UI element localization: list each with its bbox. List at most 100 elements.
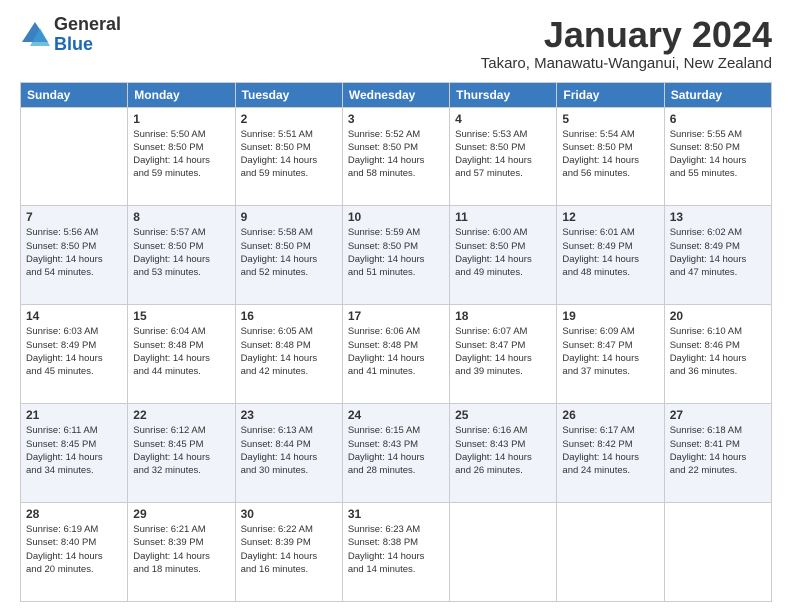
- day-info: Sunrise: 6:06 AM Sunset: 8:48 PM Dayligh…: [348, 325, 444, 378]
- calendar-cell: 25 Sunrise: 6:16 AM Sunset: 8:43 PM Dayli…: [450, 404, 557, 503]
- calendar-cell: 4Sunrise: 5:53 AM Sunset: 8:50 PM Daylig…: [450, 107, 557, 206]
- calendar-cell: 19 Sunrise: 6:09 AM Sunset: 8:47 PM Dayli…: [557, 305, 664, 404]
- day-number: 19: [562, 309, 658, 323]
- weekday-header-wednesday: Wednesday: [342, 82, 449, 107]
- subtitle: Takaro, Manawatu-Wanganui, New Zealand: [481, 55, 772, 72]
- calendar-cell: 8Sunrise: 5:57 AM Sunset: 8:50 PM Daylig…: [128, 206, 235, 305]
- day-info: Sunrise: 6:11 AM Sunset: 8:45 PM Dayligh…: [26, 424, 122, 477]
- logo: General Blue: [20, 15, 121, 55]
- calendar-cell: [21, 107, 128, 206]
- day-number: 10: [348, 210, 444, 224]
- day-number: 6: [670, 112, 766, 126]
- day-info: Sunrise: 6:17 AM Sunset: 8:42 PM Dayligh…: [562, 424, 658, 477]
- day-info: Sunrise: 5:52 AM Sunset: 8:50 PM Dayligh…: [348, 128, 444, 181]
- calendar-cell: 30 Sunrise: 6:22 AM Sunset: 8:39 PM Dayli…: [235, 503, 342, 602]
- day-number: 3: [348, 112, 444, 126]
- calendar-cell: 22Sunrise: 6:12 AM Sunset: 8:45 PM Dayli…: [128, 404, 235, 503]
- calendar-cell: 31 Sunrise: 6:23 AM Sunset: 8:38 PM Dayli…: [342, 503, 449, 602]
- logo-blue: Blue: [54, 35, 121, 55]
- day-info: Sunrise: 6:05 AM Sunset: 8:48 PM Dayligh…: [241, 325, 337, 378]
- logo-icon: [20, 20, 50, 50]
- day-number: 8: [133, 210, 229, 224]
- day-info: Sunrise: 5:59 AM Sunset: 8:50 PM Dayligh…: [348, 226, 444, 279]
- day-number: 17: [348, 309, 444, 323]
- day-info: Sunrise: 6:22 AM Sunset: 8:39 PM Dayligh…: [241, 523, 337, 576]
- calendar-cell: 6Sunrise: 5:55 AM Sunset: 8:50 PM Daylig…: [664, 107, 771, 206]
- day-info: Sunrise: 6:12 AM Sunset: 8:45 PM Dayligh…: [133, 424, 229, 477]
- calendar-cell: 15 Sunrise: 6:04 AM Sunset: 8:48 PM Dayli…: [128, 305, 235, 404]
- calendar-cell: 27 Sunrise: 6:18 AM Sunset: 8:41 PM Dayli…: [664, 404, 771, 503]
- day-number: 21: [26, 408, 122, 422]
- day-info: Sunrise: 5:50 AM Sunset: 8:50 PM Dayligh…: [133, 128, 229, 181]
- week-row-3: 14Sunrise: 6:03 AM Sunset: 8:49 PM Dayli…: [21, 305, 772, 404]
- day-number: 9: [241, 210, 337, 224]
- day-number: 1: [133, 112, 229, 126]
- calendar-cell: 26 Sunrise: 6:17 AM Sunset: 8:42 PM Dayli…: [557, 404, 664, 503]
- main-title: January 2024: [481, 15, 772, 55]
- day-info: Sunrise: 6:13 AM Sunset: 8:44 PM Dayligh…: [241, 424, 337, 477]
- day-info: Sunrise: 5:54 AM Sunset: 8:50 PM Dayligh…: [562, 128, 658, 181]
- calendar-cell: [557, 503, 664, 602]
- calendar-cell: 23 Sunrise: 6:13 AM Sunset: 8:44 PM Dayli…: [235, 404, 342, 503]
- day-number: 18: [455, 309, 551, 323]
- week-row-4: 21 Sunrise: 6:11 AM Sunset: 8:45 PM Dayli…: [21, 404, 772, 503]
- week-row-5: 28 Sunrise: 6:19 AM Sunset: 8:40 PM Dayli…: [21, 503, 772, 602]
- calendar-cell: 14Sunrise: 6:03 AM Sunset: 8:49 PM Dayli…: [21, 305, 128, 404]
- calendar-cell: 11 Sunrise: 6:00 AM Sunset: 8:50 PM Dayli…: [450, 206, 557, 305]
- day-info: Sunrise: 6:00 AM Sunset: 8:50 PM Dayligh…: [455, 226, 551, 279]
- day-info: Sunrise: 5:53 AM Sunset: 8:50 PM Dayligh…: [455, 128, 551, 181]
- calendar-cell: [664, 503, 771, 602]
- day-info: Sunrise: 6:19 AM Sunset: 8:40 PM Dayligh…: [26, 523, 122, 576]
- day-info: Sunrise: 6:21 AM Sunset: 8:39 PM Dayligh…: [133, 523, 229, 576]
- weekday-header-sunday: Sunday: [21, 82, 128, 107]
- calendar-cell: 5 Sunrise: 5:54 AM Sunset: 8:50 PM Daylig…: [557, 107, 664, 206]
- day-number: 31: [348, 507, 444, 521]
- weekday-header-row: SundayMondayTuesdayWednesdayThursdayFrid…: [21, 82, 772, 107]
- day-number: 23: [241, 408, 337, 422]
- calendar-cell: 29 Sunrise: 6:21 AM Sunset: 8:39 PM Dayli…: [128, 503, 235, 602]
- calendar-cell: 21 Sunrise: 6:11 AM Sunset: 8:45 PM Dayli…: [21, 404, 128, 503]
- calendar-cell: 16 Sunrise: 6:05 AM Sunset: 8:48 PM Dayli…: [235, 305, 342, 404]
- calendar-table: SundayMondayTuesdayWednesdayThursdayFrid…: [20, 82, 772, 602]
- day-number: 13: [670, 210, 766, 224]
- day-info: Sunrise: 6:01 AM Sunset: 8:49 PM Dayligh…: [562, 226, 658, 279]
- weekday-header-friday: Friday: [557, 82, 664, 107]
- calendar-cell: 3 Sunrise: 5:52 AM Sunset: 8:50 PM Daylig…: [342, 107, 449, 206]
- weekday-header-monday: Monday: [128, 82, 235, 107]
- day-number: 11: [455, 210, 551, 224]
- day-info: Sunrise: 6:09 AM Sunset: 8:47 PM Dayligh…: [562, 325, 658, 378]
- day-number: 27: [670, 408, 766, 422]
- calendar-cell: 1 Sunrise: 5:50 AM Sunset: 8:50 PM Daylig…: [128, 107, 235, 206]
- day-number: 25: [455, 408, 551, 422]
- week-row-2: 7Sunrise: 5:56 AM Sunset: 8:50 PM Daylig…: [21, 206, 772, 305]
- calendar-cell: 7Sunrise: 5:56 AM Sunset: 8:50 PM Daylig…: [21, 206, 128, 305]
- day-number: 5: [562, 112, 658, 126]
- day-info: Sunrise: 5:51 AM Sunset: 8:50 PM Dayligh…: [241, 128, 337, 181]
- page: General Blue January 2024 Takaro, Manawa…: [0, 0, 792, 612]
- calendar-cell: 17 Sunrise: 6:06 AM Sunset: 8:48 PM Dayli…: [342, 305, 449, 404]
- day-number: 24: [348, 408, 444, 422]
- calendar-cell: 24Sunrise: 6:15 AM Sunset: 8:43 PM Dayli…: [342, 404, 449, 503]
- day-number: 12: [562, 210, 658, 224]
- day-info: Sunrise: 6:16 AM Sunset: 8:43 PM Dayligh…: [455, 424, 551, 477]
- day-number: 30: [241, 507, 337, 521]
- day-number: 15: [133, 309, 229, 323]
- day-info: Sunrise: 6:18 AM Sunset: 8:41 PM Dayligh…: [670, 424, 766, 477]
- day-number: 16: [241, 309, 337, 323]
- day-number: 2: [241, 112, 337, 126]
- day-number: 7: [26, 210, 122, 224]
- day-info: Sunrise: 6:23 AM Sunset: 8:38 PM Dayligh…: [348, 523, 444, 576]
- calendar-cell: 10 Sunrise: 5:59 AM Sunset: 8:50 PM Dayli…: [342, 206, 449, 305]
- day-number: 14: [26, 309, 122, 323]
- weekday-header-thursday: Thursday: [450, 82, 557, 107]
- calendar-cell: 12 Sunrise: 6:01 AM Sunset: 8:49 PM Dayli…: [557, 206, 664, 305]
- weekday-header-tuesday: Tuesday: [235, 82, 342, 107]
- logo-general: General: [54, 15, 121, 35]
- day-number: 26: [562, 408, 658, 422]
- day-info: Sunrise: 6:02 AM Sunset: 8:49 PM Dayligh…: [670, 226, 766, 279]
- day-info: Sunrise: 6:04 AM Sunset: 8:48 PM Dayligh…: [133, 325, 229, 378]
- day-number: 28: [26, 507, 122, 521]
- calendar-cell: 20Sunrise: 6:10 AM Sunset: 8:46 PM Dayli…: [664, 305, 771, 404]
- calendar-cell: 9Sunrise: 5:58 AM Sunset: 8:50 PM Daylig…: [235, 206, 342, 305]
- day-number: 29: [133, 507, 229, 521]
